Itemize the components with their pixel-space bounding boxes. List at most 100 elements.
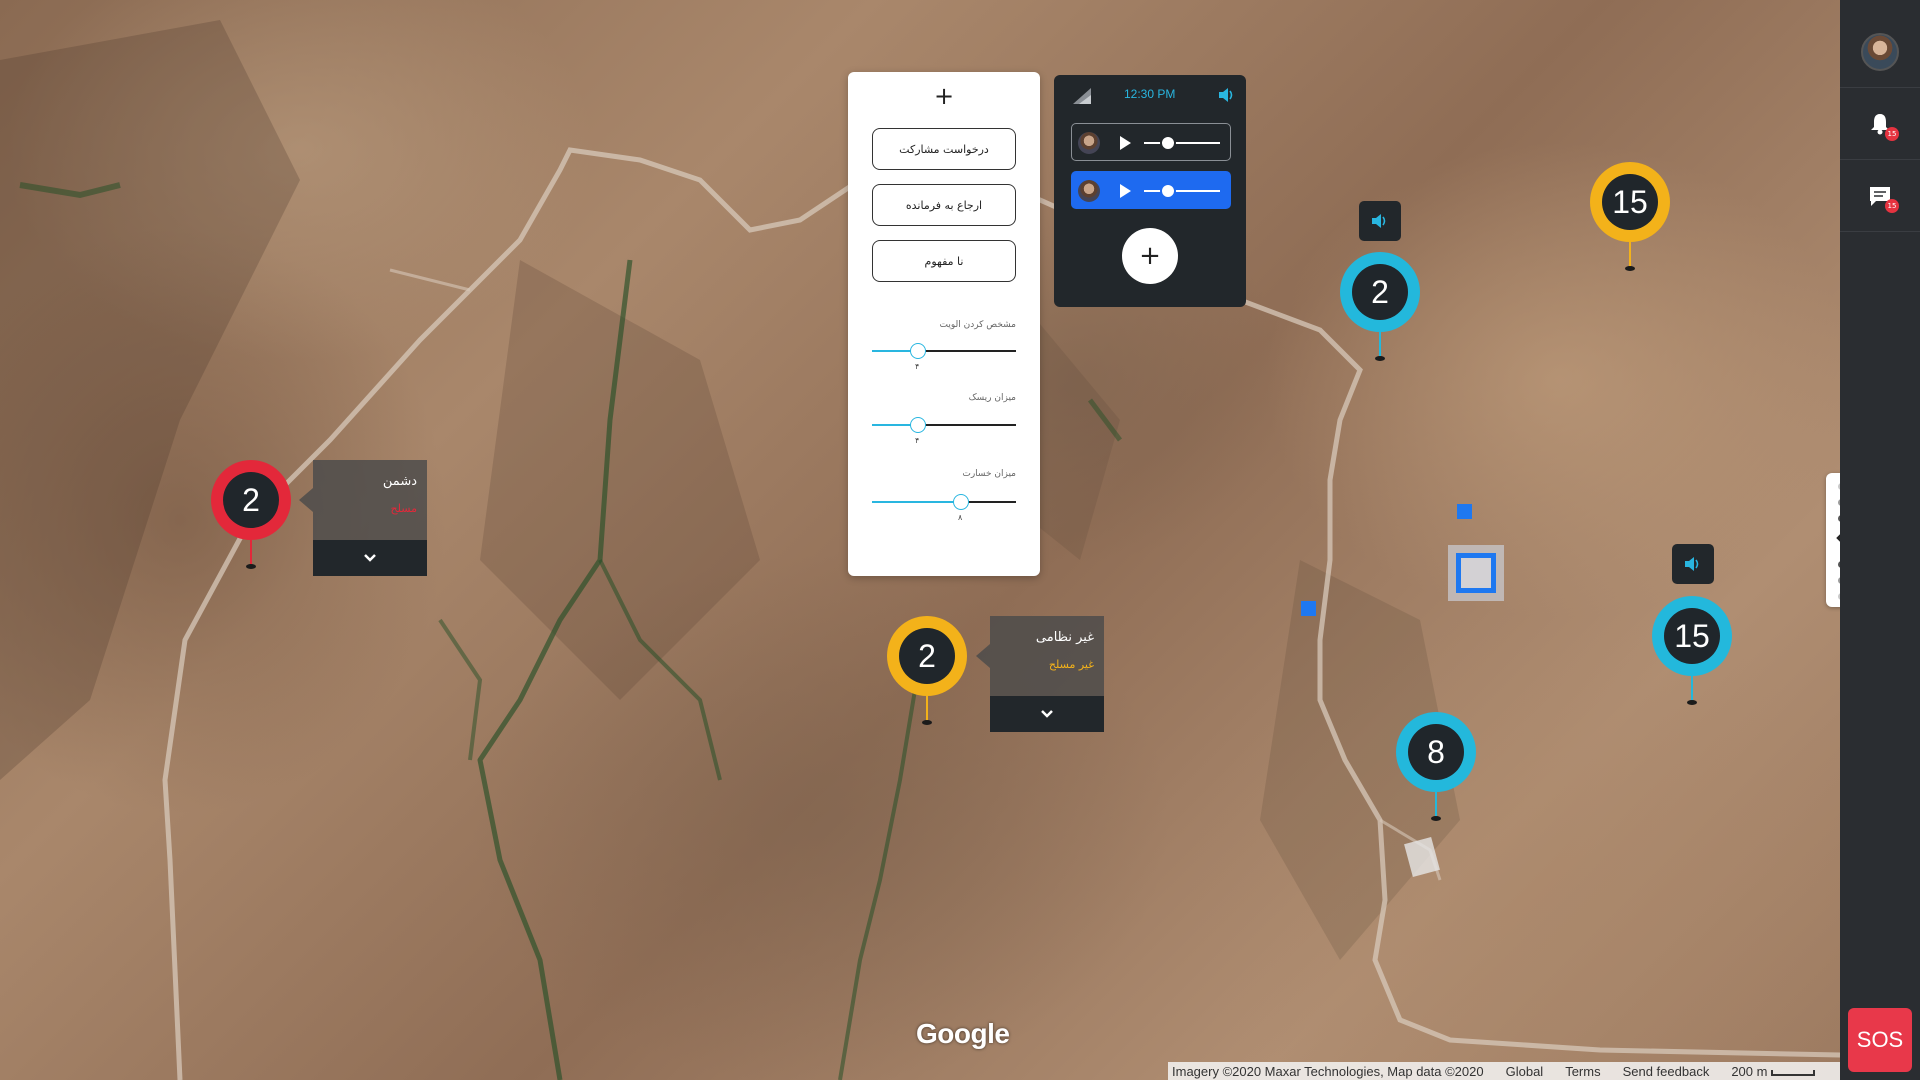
marker-stem: [250, 540, 252, 566]
map-attribution-bar: Imagery ©2020 Maxar Technologies, Map da…: [1168, 1062, 1840, 1080]
scale-bar[interactable]: 200 m: [1731, 1063, 1816, 1079]
request-participation-button[interactable]: درخواست مشارکت: [872, 128, 1016, 170]
notification-badge: 15: [1885, 126, 1899, 141]
damage-slider-value: ۸: [958, 513, 963, 522]
message-badge: 15: [1885, 198, 1899, 213]
profile-slot[interactable]: [1840, 16, 1920, 88]
scale-label: 200 m: [1731, 1063, 1768, 1079]
attribution-text: Imagery ©2020 Maxar Technologies, Map da…: [1172, 1063, 1484, 1079]
civil-marker[interactable]: 15: [1590, 162, 1670, 272]
messages-slot[interactable]: 15: [1840, 160, 1920, 232]
refer-to-commander-button[interactable]: ارجاع به فرمانده: [872, 184, 1016, 226]
damage-slider[interactable]: [872, 494, 1016, 510]
marker-count: 15: [1602, 174, 1658, 230]
right-rail: 15 15: [1840, 0, 1920, 1080]
marker-ring: 15: [1652, 596, 1732, 676]
target-frame: [1456, 553, 1496, 593]
tag-title: غیر نظامی: [1035, 630, 1094, 645]
tag-title: دشمن: [382, 474, 417, 489]
playback-track[interactable]: [1144, 190, 1220, 192]
friendly-marker[interactable]: 8: [1396, 712, 1476, 822]
add-button[interactable]: +: [934, 84, 954, 108]
sos-button[interactable]: SOS: [1848, 1008, 1912, 1072]
marker-foot: [1375, 356, 1385, 361]
tag-notch: [976, 644, 990, 668]
risk-slider[interactable]: [872, 417, 1016, 433]
enemy-marker[interactable]: 2: [211, 460, 291, 570]
playback-track[interactable]: [1144, 142, 1220, 144]
marker-ring: 2: [211, 460, 291, 540]
google-logo: Google: [916, 1018, 1010, 1049]
marker-stem: [1435, 792, 1437, 818]
priority-slider-label: مشخص کردن الویت: [939, 320, 1016, 330]
marker-foot: [1687, 700, 1697, 705]
action-panel: + درخواست مشارکت ارجاع به فرمانده نا مفه…: [848, 72, 1040, 576]
marker-count: 8: [1408, 724, 1464, 780]
slider-knob[interactable]: [953, 494, 969, 510]
playback-knob[interactable]: [1160, 135, 1176, 151]
marker-stem: [1629, 242, 1631, 268]
messages-button[interactable]: 15: [1867, 183, 1899, 213]
speaker-icon[interactable]: [1218, 87, 1236, 103]
friendly-marker[interactable]: 15: [1652, 596, 1732, 706]
chevron-down-icon: [1041, 710, 1053, 718]
selected-target[interactable]: [1448, 545, 1504, 601]
marker-foot: [246, 564, 256, 569]
voice-message-row[interactable]: [1071, 123, 1231, 161]
unclear-button[interactable]: نا مفهوم: [872, 240, 1016, 282]
speaker-icon: [1372, 214, 1386, 228]
playback-knob[interactable]: [1160, 183, 1176, 199]
tag-subtitle: مسلح: [390, 502, 417, 515]
unit-point[interactable]: [1457, 504, 1472, 519]
speaker-icon: [1685, 557, 1699, 571]
marker-foot: [1431, 816, 1441, 821]
marker-ring: 2: [887, 616, 967, 696]
notifications-slot[interactable]: 15: [1840, 88, 1920, 160]
marker-foot: [1625, 266, 1635, 271]
send-feedback-link[interactable]: Send feedback: [1623, 1064, 1710, 1079]
slider-fill: [872, 501, 960, 503]
tag-notch: [299, 488, 313, 512]
enemy-info-tag[interactable]: دشمن مسلح: [299, 460, 427, 576]
audio-chip[interactable]: [1359, 201, 1401, 241]
add-voice-button[interactable]: +: [1122, 228, 1178, 284]
voice-panel: 12:30 PM +: [1054, 75, 1246, 307]
scale-line: [1771, 1069, 1816, 1076]
signal-icon: [1073, 88, 1091, 104]
marker-ring: 2: [1340, 252, 1420, 332]
marker-count: 2: [1352, 264, 1408, 320]
slider-knob[interactable]: [910, 417, 926, 433]
priority-slider-value: ۴: [915, 362, 920, 371]
civil-info-tag[interactable]: غیر نظامی غیر مسلح: [976, 616, 1104, 732]
avatar[interactable]: [1861, 32, 1899, 71]
avatar: [1078, 132, 1100, 154]
terms-link[interactable]: Terms: [1565, 1064, 1600, 1079]
marker-stem: [1691, 676, 1693, 702]
marker-count: 15: [1664, 608, 1720, 664]
unit-point[interactable]: [1301, 601, 1316, 616]
notifications-button[interactable]: 15: [1867, 111, 1899, 141]
region-link[interactable]: Global: [1506, 1064, 1544, 1079]
clock-time: 12:30 PM: [1124, 87, 1176, 101]
friendly-marker[interactable]: 2: [1340, 252, 1420, 362]
marker-stem: [1379, 332, 1381, 358]
chevron-down-icon: [364, 554, 376, 562]
marker-stem: [926, 696, 928, 722]
expand-button[interactable]: [313, 540, 427, 576]
avatar: [1078, 180, 1100, 202]
marker-count: 2: [223, 472, 279, 528]
priority-slider[interactable]: [872, 343, 1016, 359]
voice-message-row-active[interactable]: [1071, 171, 1231, 209]
tag-subtitle: غیر مسلح: [1048, 658, 1094, 671]
marker-count: 2: [899, 628, 955, 684]
expand-button[interactable]: [990, 696, 1104, 732]
marker-foot: [922, 720, 932, 725]
play-icon[interactable]: [1120, 136, 1131, 150]
audio-chip[interactable]: [1672, 544, 1714, 584]
play-icon[interactable]: [1120, 184, 1131, 198]
slider-knob[interactable]: [910, 343, 926, 359]
civil-marker[interactable]: 2: [887, 616, 967, 726]
marker-ring: 8: [1396, 712, 1476, 792]
marker-ring: 15: [1590, 162, 1670, 242]
risk-slider-value: ۴: [915, 436, 920, 445]
